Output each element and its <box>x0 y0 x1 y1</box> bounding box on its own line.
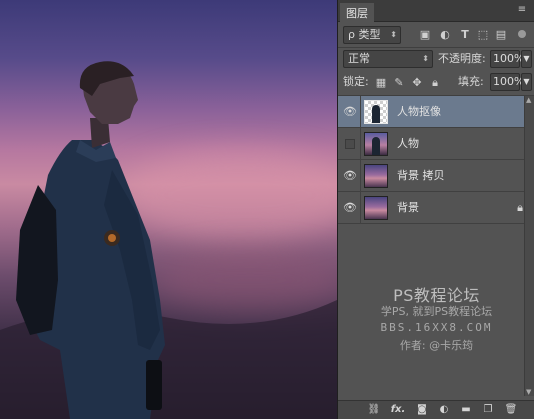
layer-row-background-copy[interactable]: 👁︎ 背景 拷贝 <box>338 160 534 192</box>
smart-object-filter-icon[interactable]: ▤ <box>494 28 508 42</box>
layer-thumbnail <box>364 164 388 188</box>
panel-menu-icon[interactable]: ≡ <box>516 4 528 16</box>
type-filter-icon[interactable]: T <box>458 28 472 42</box>
lock-all-icon[interactable]: 🔒︎ <box>428 76 442 90</box>
filter-type-select[interactable]: ρ 类型 ⬍ <box>343 26 401 44</box>
divider <box>360 160 361 192</box>
blend-mode-value: 正常 <box>348 52 370 65</box>
link-layers-icon[interactable]: ⛓︎ <box>366 403 382 417</box>
scroll-down-icon[interactable]: ▼ <box>526 388 531 396</box>
document-canvas[interactable] <box>0 0 337 419</box>
layer-row-figure[interactable]: 人物 <box>338 128 534 160</box>
layers-panel: 图层 ≡ ρ 类型 ⬍ ▣ ◐ T ⬚ ▤ 正常 ⬍ 不透明度: 100% ▼ … <box>337 0 534 419</box>
lock-icon: 🔒︎ <box>517 201 523 214</box>
watermark-author: 作者: @卡乐筠 <box>399 339 474 352</box>
delete-layer-icon[interactable]: 🗑︎ <box>503 403 519 417</box>
layer-name[interactable]: 人物 <box>397 136 419 152</box>
layer-name[interactable]: 人物抠像 <box>397 104 441 120</box>
divider <box>360 192 361 224</box>
watermark-url: BBS.16XX8.COM <box>380 321 493 334</box>
scroll-up-icon[interactable]: ▲ <box>526 96 531 104</box>
figure-thumbnail-shape <box>372 105 380 123</box>
divider <box>360 128 361 160</box>
panel-tab-bar: 图层 ≡ <box>338 0 534 22</box>
layer-name[interactable]: 背景 拷贝 <box>397 168 445 184</box>
fill-label: 填充: <box>458 75 484 88</box>
tab-layers[interactable]: 图层 <box>340 3 374 22</box>
lock-image-pixels-icon[interactable]: ✎ <box>392 76 406 90</box>
adjustment-layer-icon[interactable]: ◐ <box>436 403 452 417</box>
chevron-updown-icon: ⬍ <box>422 54 429 63</box>
fill-field[interactable]: 100% <box>490 73 524 91</box>
layer-row-background[interactable]: 👁︎ 背景 🔒︎ <box>338 192 534 224</box>
filter-toggle-icon[interactable] <box>518 30 526 38</box>
opacity-field[interactable]: 100% <box>490 50 524 68</box>
chevron-updown-icon: ⬍ <box>390 30 397 39</box>
figure-thumbnail-shape <box>372 137 380 155</box>
layer-list: 👁︎ 人物抠像 人物 👁︎ 背景 拷贝 👁︎ 背景 🔒︎ <box>338 96 534 224</box>
divider <box>360 96 361 128</box>
watermark-slogan: 学PS, 就到PS教程论坛 <box>380 305 493 318</box>
blend-mode-select[interactable]: 正常 ⬍ <box>343 50 433 68</box>
add-mask-icon[interactable]: ◙ <box>414 403 430 417</box>
image-filter-icon[interactable]: ▣ <box>418 28 432 42</box>
layer-name[interactable]: 背景 <box>397 200 419 216</box>
blend-row: 正常 ⬍ 不透明度: 100% ▼ <box>338 48 534 70</box>
lock-row: 锁定: ▦ ✎ ✥ 🔒︎ 填充: 100% ▼ <box>338 71 534 93</box>
adjustment-filter-icon[interactable]: ◐ <box>438 28 452 42</box>
visibility-eye-icon[interactable]: 👁︎ <box>342 105 358 119</box>
fill-dropdown-icon[interactable]: ▼ <box>521 73 532 91</box>
new-group-icon[interactable]: ▬ <box>458 403 474 417</box>
layer-thumbnail <box>364 132 388 156</box>
filter-row: ρ 类型 ⬍ ▣ ◐ T ⬚ ▤ <box>338 24 534 46</box>
layer-row-figure-cutout[interactable]: 👁︎ 人物抠像 <box>338 96 534 128</box>
lock-transparent-pixels-icon[interactable]: ▦ <box>374 76 388 90</box>
layer-thumbnail <box>364 100 388 124</box>
lock-position-icon[interactable]: ✥ <box>410 76 424 90</box>
layer-thumbnail <box>364 196 388 220</box>
opacity-label: 不透明度: <box>438 52 486 65</box>
visibility-toggle-off[interactable] <box>345 139 355 149</box>
lock-label: 锁定: <box>343 75 369 88</box>
fx-icon[interactable]: fx. <box>390 403 406 417</box>
filter-type-label: ρ 类型 <box>348 28 381 41</box>
visibility-eye-icon[interactable]: 👁︎ <box>342 169 358 183</box>
new-layer-icon[interactable]: ❐ <box>480 403 496 417</box>
opacity-dropdown-icon[interactable]: ▼ <box>521 50 532 68</box>
visibility-eye-icon[interactable]: 👁︎ <box>342 201 358 215</box>
shape-filter-icon[interactable]: ⬚ <box>476 28 490 42</box>
layers-bottom-toolbar: ⛓︎ fx. ◙ ◐ ▬ ❐ 🗑︎ <box>338 400 534 419</box>
person-silhouette <box>0 61 337 419</box>
